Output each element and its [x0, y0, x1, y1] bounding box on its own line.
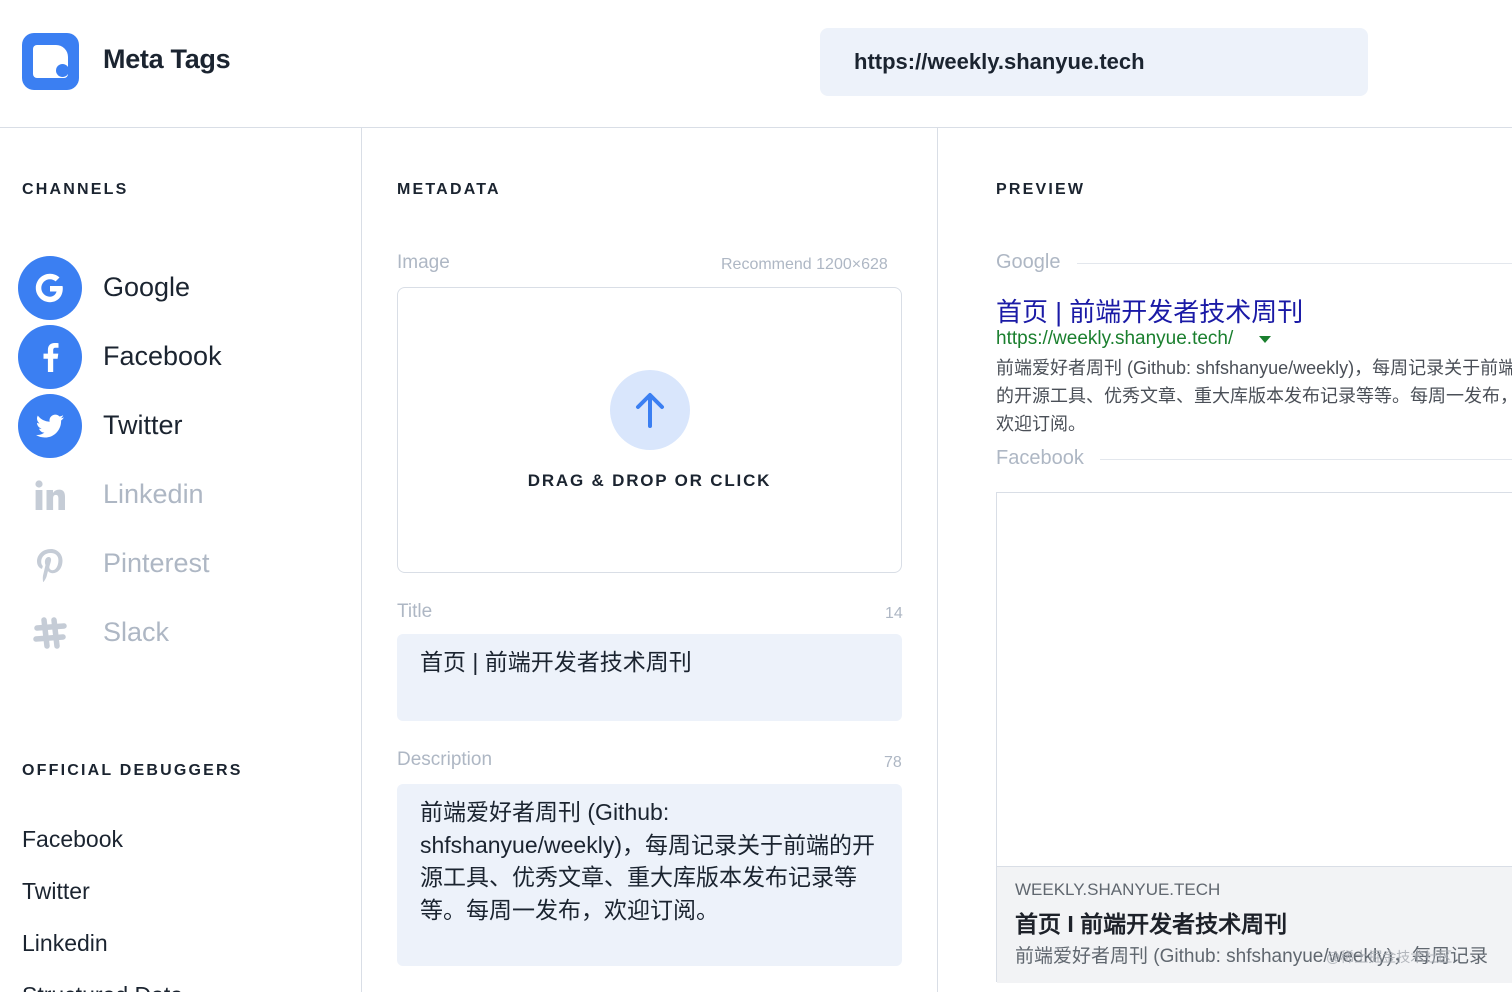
linkedin-icon	[18, 463, 82, 527]
channel-pinterest[interactable]: Pinterest	[18, 532, 338, 596]
facebook-preview-image	[997, 493, 1512, 867]
debugger-link-twitter[interactable]: Twitter	[22, 878, 90, 905]
facebook-preview-label: Facebook	[996, 447, 1100, 470]
description-char-count: 78	[884, 754, 902, 771]
twitter-icon	[18, 394, 82, 458]
title-char-count: 14	[885, 605, 903, 622]
meta-tags-logo[interactable]	[22, 33, 79, 90]
google-result-url: https://weekly.shanyue.tech/	[996, 328, 1234, 349]
preview-heading: PREVIEW	[996, 181, 1086, 198]
facebook-preview-domain: WEEKLY.SHANYUE.TECH	[1015, 880, 1221, 899]
google-preview-label: Google	[996, 251, 1077, 274]
title-input[interactable]: 首页 | 前端开发者技术周刊	[397, 634, 902, 721]
debugger-link-structured-data[interactable]: Structured Data	[22, 982, 183, 992]
pinterest-icon	[18, 532, 82, 596]
channel-slack[interactable]: Slack	[18, 601, 338, 665]
debugger-link-facebook[interactable]: Facebook	[22, 826, 123, 853]
title-label: Title	[397, 601, 433, 622]
watermark: @稀土掘金技术社区	[1326, 949, 1453, 965]
image-size-hint: Recommend 1200×628	[721, 256, 888, 273]
channel-twitter[interactable]: Twitter	[18, 394, 338, 458]
facebook-preview-title: 首页 I 前端开发者技术周刊	[1015, 911, 1288, 937]
channel-google[interactable]: Google	[18, 256, 338, 320]
debugger-link-linkedin[interactable]: Linkedin	[22, 930, 108, 957]
brand-name: Meta Tags	[103, 44, 231, 74]
image-label: Image	[397, 252, 450, 273]
google-result-title[interactable]: 首页 | 前端开发者技术周刊	[996, 292, 1303, 329]
url-input[interactable]	[820, 28, 1368, 96]
channel-facebook[interactable]: Facebook	[18, 325, 338, 389]
facebook-icon	[18, 325, 82, 389]
channel-label: Pinterest	[103, 548, 210, 578]
dropzone-text: DRAG & DROP OR CLICK	[527, 471, 772, 490]
upload-arrow-icon	[610, 370, 690, 450]
channel-label: Facebook	[103, 341, 222, 371]
app-header: Meta Tags	[0, 0, 1512, 128]
channel-label: Google	[103, 272, 191, 302]
column-divider-right	[937, 128, 938, 992]
caret-down-icon[interactable]	[1259, 336, 1271, 343]
google-icon	[18, 256, 82, 320]
image-dropzone[interactable]: DRAG & DROP OR CLICK	[397, 287, 902, 573]
slack-icon	[18, 601, 82, 665]
description-label: Description	[397, 749, 493, 770]
channel-linkedin[interactable]: Linkedin	[18, 463, 338, 527]
channel-label: Linkedin	[103, 479, 204, 509]
column-divider-left	[361, 128, 362, 992]
description-input[interactable]: 前端爱好者周刊 (Github: shfshanyue/weekly)，每周记录…	[397, 784, 902, 966]
facebook-preview-card: WEEKLY.SHANYUE.TECH 首页 I 前端开发者技术周刊 前端爱好者…	[996, 492, 1512, 983]
channel-label: Slack	[103, 617, 170, 647]
channel-label: Twitter	[103, 410, 183, 440]
logo-dot	[56, 64, 69, 77]
channels-heading: CHANNELS	[22, 181, 129, 198]
debuggers-heading: OFFICIAL DEBUGGERS	[22, 762, 243, 779]
google-result-description: 前端爱好者周刊 (Github: shfshanyue/weekly)，每周记录…	[996, 358, 1512, 434]
metadata-heading: METADATA	[397, 181, 501, 198]
